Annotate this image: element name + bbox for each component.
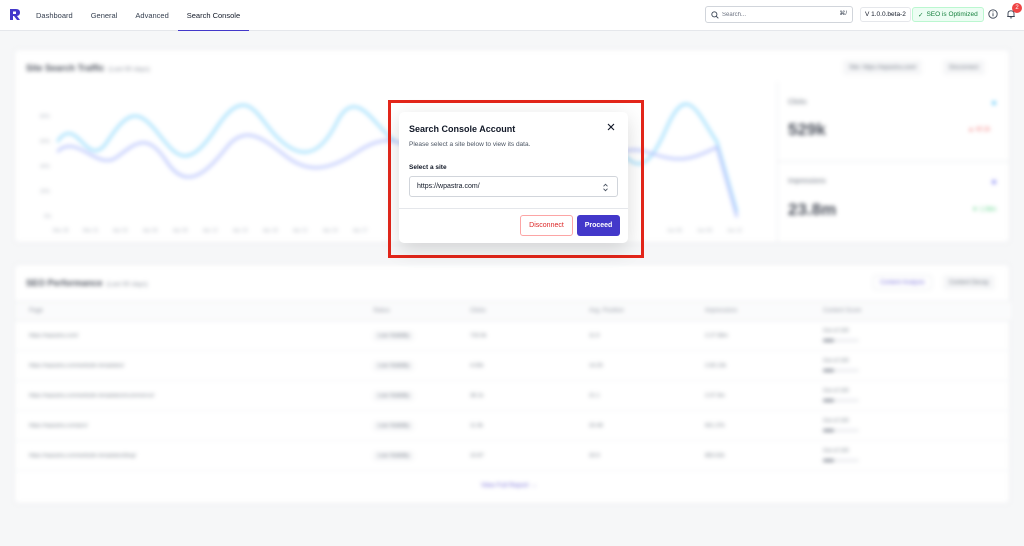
version-badge: V 1.0.0.beta-2: [860, 7, 911, 22]
chevron-up-down-icon: [603, 183, 608, 192]
seo-status-badge[interactable]: ✓ SEO is Optimized: [912, 7, 984, 22]
search-box[interactable]: ⌘/: [705, 6, 853, 23]
search-icon: [711, 11, 719, 19]
select-site-label: Select a site: [409, 164, 447, 171]
app-logo-icon[interactable]: [9, 8, 21, 21]
search-input[interactable]: [722, 9, 822, 21]
top-navigation: Dashboard General Advanced Search Consol…: [0, 0, 1024, 31]
modal-divider: [399, 208, 628, 209]
seo-status-label: SEO is Optimized: [926, 11, 978, 18]
modal-description: Please select a site below to view its d…: [409, 141, 531, 148]
site-select[interactable]: https://wpastra.com/: [409, 176, 618, 197]
search-shortcut-hint: ⌘/: [839, 11, 847, 17]
modal-title: Search Console Account: [409, 124, 516, 134]
tab-general[interactable]: General: [82, 0, 127, 31]
tab-dashboard[interactable]: Dashboard: [27, 0, 82, 31]
search-console-account-modal: Search Console Account Please select a s…: [399, 112, 628, 243]
tab-advanced[interactable]: Advanced: [126, 0, 177, 31]
selected-site-value: https://wpastra.com/: [417, 183, 480, 190]
info-icon[interactable]: [988, 9, 998, 19]
notification-count-badge: 2: [1012, 3, 1022, 13]
disconnect-button[interactable]: Disconnect: [520, 215, 573, 236]
main-nav-tabs: Dashboard General Advanced Search Consol…: [27, 0, 250, 31]
close-icon[interactable]: [606, 122, 616, 132]
check-icon: ✓: [918, 11, 924, 19]
proceed-button[interactable]: Proceed: [577, 215, 620, 236]
tab-search-console[interactable]: Search Console: [177, 0, 250, 31]
